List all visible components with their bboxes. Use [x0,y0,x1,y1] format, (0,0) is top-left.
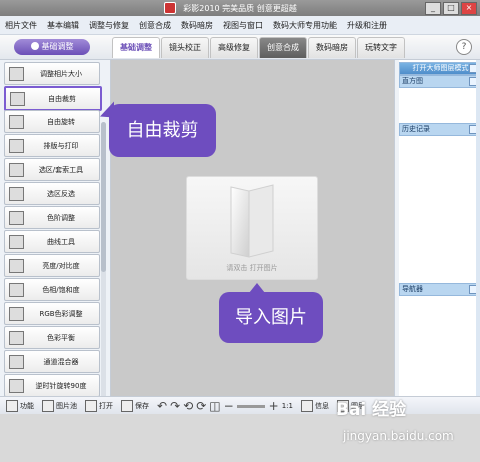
right-panel: 打开大师图层模式 直方图 历史记录 导航器 [399,60,480,396]
tab-lens-correction[interactable]: 镜头校正 [161,37,209,58]
tool-resize[interactable]: 调整相片大小 [4,62,100,85]
help-icon[interactable]: ? [456,39,472,55]
tool-free-rotate[interactable]: 自由旋转 [4,110,100,133]
tab-advanced-repair[interactable]: 高级修复 [210,37,258,58]
info-toggle[interactable]: 信息 [300,400,329,412]
history-header[interactable]: 历史记录 [399,123,480,136]
menu-adjust-repair[interactable]: 调整与修复 [84,20,134,31]
rotate-icon [9,115,24,129]
close-button[interactable]: × [461,2,477,15]
balance-icon [9,331,24,345]
zoom-slider[interactable] [236,404,265,408]
mode-button[interactable]: 基础调整 [14,39,90,55]
callout-free-crop: 自由裁剪 [109,104,216,157]
rgb-icon [9,307,24,321]
mode-icon [30,42,39,50]
zoom-actual-size[interactable]: 1:1 [282,402,293,410]
tool-channel-mixer[interactable]: 通道混合器 [4,350,100,373]
tool-free-crop[interactable]: 自由裁剪 [4,86,102,111]
tool-hue-saturation[interactable]: 色相/饱和度 [4,278,100,301]
brightness-icon [9,259,24,273]
zoom-in-icon[interactable]: + [269,399,279,413]
menu-creative[interactable]: 创意合成 [134,20,176,31]
tool-rotate-ccw-90[interactable]: 逆时针旋转90度 [4,374,100,397]
window-title: 彩影2010 完美品质 创意更超越 [183,4,297,13]
maximize-button[interactable]: □ [443,2,459,15]
hue-icon [9,283,24,297]
callout-import-image: 导入图片 [219,283,323,343]
tab-toolbar: 基础调整 基础调整 镜头校正 高级修复 创意合成 数码暗房 玩转文字 ? [0,35,480,60]
tab-basic-adjust[interactable]: 基础调整 [112,37,160,58]
tool-curves[interactable]: 曲线工具 [4,230,100,253]
master-layer-mode-button[interactable]: 打开大师图层模式 [399,62,480,75]
rotate-right-icon[interactable]: ⟳ [196,399,206,413]
open-image-placeholder[interactable]: 请双击 打开图片 [186,176,318,280]
right-panel-scrollbar[interactable] [476,60,480,396]
menu-file[interactable]: 相片文件 [0,20,42,31]
tab-darkroom[interactable]: 数码暗房 [308,37,356,58]
scrollbar-thumb[interactable] [101,122,106,272]
filmstrip-toggle[interactable]: 图片池 [42,400,77,412]
folder-icon [230,184,274,258]
rotate-ccw-icon [9,379,24,393]
crop-icon [10,92,25,106]
menu-basic-edit[interactable]: 基本编辑 [42,20,84,31]
tab-strip: 基础调整 镜头校正 高级修复 创意合成 数码暗房 玩转文字 [112,37,405,59]
mode-button-label: 基础调整 [41,42,74,51]
tool-levels[interactable]: 色阶调整 [4,206,100,229]
tool-color-balance[interactable]: 色彩平衡 [4,326,100,349]
menu-bar: 相片文件 基本编辑 调整与修复 创意合成 数码暗房 视图与窗口 数码大师专用功能… [0,16,480,35]
watermark-brand: Bai 经验 [336,400,407,420]
menu-upgrade-register[interactable]: 升级和注册 [342,20,392,31]
invert-selection-icon [9,187,24,201]
open-image-hint: 请双击 打开图片 [226,264,278,272]
minimize-button[interactable]: _ [425,2,441,15]
camera-icon [85,400,97,412]
levels-icon [9,211,24,225]
tool-invert-selection[interactable]: 选区反选 [4,182,100,205]
redo-icon[interactable]: ↷ [170,399,180,413]
save-button[interactable]: 保存 [121,400,149,412]
rotate-left-icon[interactable]: ⟲ [183,399,193,413]
channel-mixer-icon [9,355,24,369]
undo-icon[interactable]: ↶ [157,399,167,413]
tool-brightness-contrast[interactable]: 亮度/对比度 [4,254,100,277]
tool-lasso[interactable]: 选区/套索工具 [4,158,100,181]
tool-rgb-adjust[interactable]: RGB色彩调整 [4,302,100,325]
function-icon [6,400,18,412]
resize-icon [9,67,24,81]
watermark-url: jingyan.baidu.com [343,429,454,443]
zoom-out-icon[interactable]: − [224,399,234,413]
flip-icon[interactable]: ◫ [209,399,220,413]
curves-icon [9,235,24,249]
print-icon [9,139,24,153]
lasso-icon [9,163,24,177]
histogram-header[interactable]: 直方图 [399,75,480,88]
tool-panel: 调整相片大小 自由裁剪 自由旋转 排版与打印 选区/套索工具 选区反选 色阶调整… [0,60,111,452]
tab-creative[interactable]: 创意合成 [259,37,307,58]
info-icon [300,400,313,412]
tab-text[interactable]: 玩转文字 [357,37,405,58]
function-toggle[interactable]: 功能 [6,400,34,412]
title-bar: 彩影2010 完美品质 创意更超越 _ □ × [0,0,480,16]
tool-layout-print[interactable]: 排版与打印 [4,134,100,157]
menu-darkroom[interactable]: 数码暗房 [176,20,218,31]
save-icon [121,400,133,412]
bottom-toolbar: 功能 图片池 打开 保存 ↶ ↷ ⟲ ⟳ ◫ − + 1:1 信息 图层 [0,396,480,415]
menu-master-functions[interactable]: 数码大师专用功能 [268,20,342,31]
open-button[interactable]: 打开 [85,400,113,412]
menu-view-window[interactable]: 视图与窗口 [218,20,268,31]
navigator-header[interactable]: 导航器 [399,283,480,296]
filmstrip-icon [42,400,54,412]
